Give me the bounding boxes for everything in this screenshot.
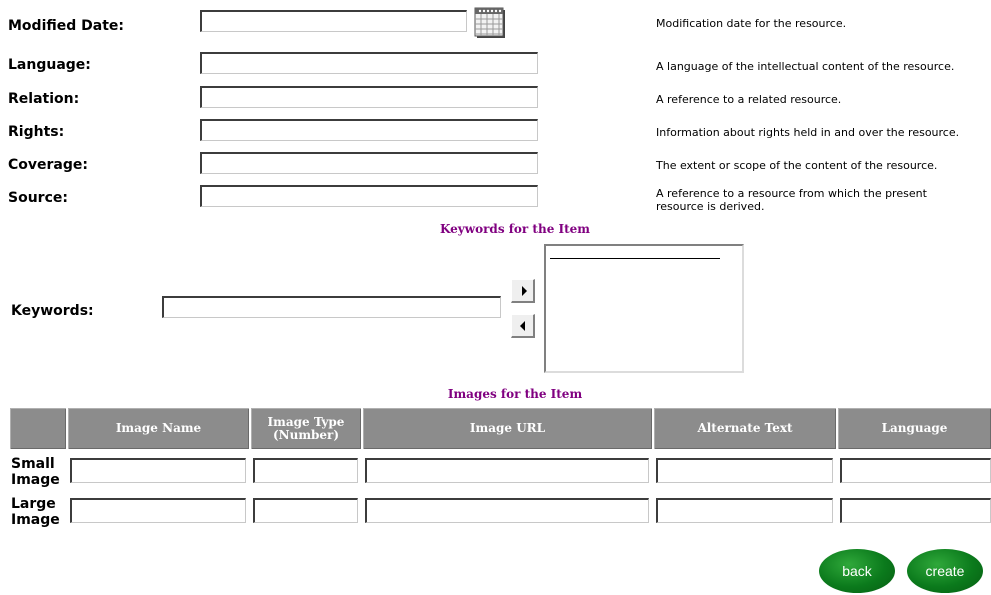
relation-label: Relation: xyxy=(8,91,80,107)
small-image-alt-text-field[interactable] xyxy=(656,458,833,483)
source-description-line1: A reference to a resource from which the… xyxy=(656,187,927,200)
images-header-alternate-text: Alternate Text xyxy=(654,408,836,449)
source-description-line2: resource is derived. xyxy=(656,200,765,213)
coverage-label: Coverage: xyxy=(8,157,88,173)
coverage-description: The extent or scope of the content of th… xyxy=(656,159,938,172)
small-image-name-field[interactable] xyxy=(70,458,246,483)
back-button[interactable]: back xyxy=(819,549,895,593)
modified-date-field[interactable] xyxy=(200,10,467,32)
left-triangle-arrow-icon xyxy=(520,321,525,331)
rights-field[interactable] xyxy=(200,119,538,141)
images-header-image-name: Image Name xyxy=(68,408,249,449)
large-image-alt-text-field[interactable] xyxy=(656,498,833,523)
large-image-label-line1: Large xyxy=(11,496,56,512)
source-label: Source: xyxy=(8,190,68,206)
remove-keyword-button[interactable] xyxy=(511,314,535,338)
right-triangle-arrow-icon xyxy=(522,286,527,296)
small-image-type-field[interactable] xyxy=(253,458,358,483)
large-image-name-field[interactable] xyxy=(70,498,246,523)
language-field[interactable] xyxy=(200,52,538,74)
source-field[interactable] xyxy=(200,185,538,207)
small-image-label-line1: Small xyxy=(11,456,55,472)
relation-field[interactable] xyxy=(200,86,538,108)
keywords-section-title: Keywords for the Item xyxy=(440,222,590,236)
keywords-input[interactable] xyxy=(162,296,501,318)
images-header-language: Language xyxy=(838,408,991,449)
rights-description: Information about rights held in and ove… xyxy=(656,126,960,139)
add-keyword-button[interactable] xyxy=(511,279,535,303)
images-section-title: Images for the Item xyxy=(447,387,583,401)
images-header-image-type-text: Image Type (Number) xyxy=(267,414,345,442)
coverage-field[interactable] xyxy=(200,152,538,174)
keywords-list-separator xyxy=(550,258,720,259)
keywords-list[interactable] xyxy=(544,244,744,373)
rights-label: Rights: xyxy=(8,124,65,140)
language-description: A language of the intellectual content o… xyxy=(656,60,955,73)
relation-description: A reference to a related resource. xyxy=(656,93,842,106)
large-image-label-line2: Image xyxy=(11,512,60,528)
small-image-row-label: Small Image xyxy=(11,456,60,488)
images-header-blank xyxy=(10,408,66,449)
small-image-label-line2: Image xyxy=(11,472,60,488)
images-header-image-type: Image Type (Number) xyxy=(251,408,361,449)
large-image-type-field[interactable] xyxy=(253,498,358,523)
source-description: A reference to a resource from which the… xyxy=(656,187,927,213)
large-image-url-field[interactable] xyxy=(365,498,649,523)
calendar-icon[interactable] xyxy=(473,6,507,40)
language-label: Language: xyxy=(8,57,91,73)
modified-date-description: Modification date for the resource. xyxy=(656,17,847,30)
small-image-url-field[interactable] xyxy=(365,458,649,483)
large-image-row-label: Large Image xyxy=(11,496,60,528)
images-header-image-url: Image URL xyxy=(363,408,652,449)
create-button[interactable]: create xyxy=(907,549,983,593)
large-image-language-field[interactable] xyxy=(840,498,991,523)
small-image-language-field[interactable] xyxy=(840,458,991,483)
modified-date-label: Modified Date: xyxy=(8,18,124,34)
keywords-label: Keywords: xyxy=(11,303,94,319)
